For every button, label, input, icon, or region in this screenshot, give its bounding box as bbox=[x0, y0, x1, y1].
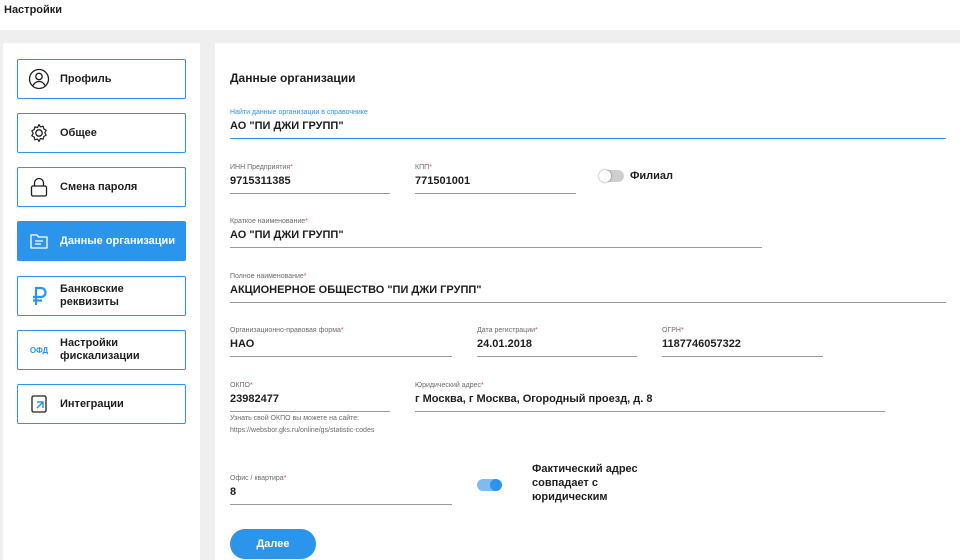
field-underline bbox=[230, 193, 390, 194]
lock-icon bbox=[28, 176, 50, 198]
field-underline bbox=[415, 193, 576, 194]
integration-icon bbox=[28, 393, 50, 415]
user-circle-icon bbox=[28, 68, 50, 90]
okpo-input[interactable]: 23982477 bbox=[230, 393, 390, 407]
next-button[interactable]: Далее bbox=[230, 529, 316, 559]
sidebar-item-bank-details[interactable]: Банковские реквизиты bbox=[17, 276, 186, 316]
field-underline bbox=[230, 302, 946, 303]
sidebar-item-change-password[interactable]: Смена пароля bbox=[17, 167, 186, 207]
org-search-field[interactable]: Найти данные организации в справочнике А… bbox=[230, 109, 946, 139]
sidebar-item-general[interactable]: Общее bbox=[17, 113, 186, 153]
reg-date-field[interactable]: Дата регистрации* 24.01.2018 bbox=[477, 327, 637, 357]
field-underline bbox=[230, 356, 452, 357]
folder-icon bbox=[28, 230, 50, 252]
ogrn-input[interactable]: 1187746057322 bbox=[662, 338, 823, 352]
org-search-input[interactable]: АО "ПИ ДЖИ ГРУПП" bbox=[230, 120, 946, 134]
reg-date-input[interactable]: 24.01.2018 bbox=[477, 338, 637, 352]
full-name-field[interactable]: Полное наименование* АКЦИОНЕРНОЕ ОБЩЕСТВ… bbox=[230, 273, 946, 303]
field-underline bbox=[230, 247, 762, 248]
field-underline bbox=[230, 411, 390, 412]
page-title: Настройки bbox=[4, 4, 63, 16]
sidebar-item-label: Данные организации bbox=[60, 234, 176, 247]
full-name-input[interactable]: АКЦИОНЕРНОЕ ОБЩЕСТВО "ПИ ДЖИ ГРУПП" bbox=[230, 284, 946, 298]
sidebar-item-profile[interactable]: Профиль bbox=[17, 59, 186, 99]
inn-field[interactable]: ИНН Предприятия* 9715311385 bbox=[230, 164, 390, 194]
field-label: Дата регистрации* bbox=[477, 327, 538, 334]
branch-label: Филиал bbox=[630, 170, 674, 182]
field-label: Юридический адрес* bbox=[415, 382, 484, 389]
same-address-label: Фактический адрес совпадает с юридически… bbox=[532, 463, 638, 503]
kpp-input[interactable]: 771501001 bbox=[415, 175, 576, 189]
top-bar: Настройки bbox=[0, 0, 960, 30]
legal-address-field[interactable]: Юридический адрес* г Москва, г Москва, О… bbox=[415, 382, 885, 412]
legal-form-input[interactable]: НАО bbox=[230, 338, 452, 352]
ogrn-field[interactable]: ОГРН* 1187746057322 bbox=[662, 327, 823, 357]
field-underline bbox=[415, 411, 885, 412]
field-label: Найти данные организации в справочнике bbox=[230, 109, 368, 116]
field-label: ИНН Предприятия* bbox=[230, 164, 293, 171]
same-address-toggle[interactable] bbox=[477, 479, 502, 491]
field-label: ОКПО* bbox=[230, 382, 253, 389]
toggle-knob bbox=[599, 170, 611, 182]
field-underline bbox=[662, 356, 823, 357]
sidebar-item-label: Смена пароля bbox=[60, 180, 138, 193]
toggle-knob bbox=[490, 479, 502, 491]
field-label: Организационно-правовая форма* bbox=[230, 327, 344, 334]
sidebar-item-label: Профиль bbox=[60, 72, 112, 85]
legal-address-input[interactable]: г Москва, г Москва, Огородный проезд, д.… bbox=[415, 393, 885, 407]
organization-form: Данные организации Найти данные организа… bbox=[215, 43, 960, 560]
short-name-field[interactable]: Краткое наименование* АО "ПИ ДЖИ ГРУПП" bbox=[230, 218, 762, 248]
gear-icon bbox=[28, 122, 50, 144]
kpp-field[interactable]: КПП* 771501001 bbox=[415, 164, 576, 194]
field-label: ОГРН* bbox=[662, 327, 684, 334]
sidebar-item-label: Банковские реквизиты bbox=[60, 283, 124, 308]
office-input[interactable]: 8 bbox=[230, 486, 452, 500]
sidebar-item-organization-data[interactable]: Данные организации bbox=[17, 221, 186, 261]
ofd-icon: ОФД bbox=[29, 345, 49, 355]
sidebar-item-label: Общее bbox=[60, 126, 97, 139]
field-underline bbox=[230, 504, 452, 505]
field-label: Краткое наименование* bbox=[230, 218, 308, 225]
office-field[interactable]: Офис / квартира* 8 bbox=[230, 475, 452, 505]
field-underline bbox=[230, 138, 946, 139]
sidebar-item-label: Интеграции bbox=[60, 397, 124, 410]
sidebar-item-label: Настройки фискализации bbox=[60, 337, 140, 362]
legal-form-field[interactable]: Организационно-правовая форма* НАО bbox=[230, 327, 452, 357]
okpo-hint: Узнать свой ОКПО вы можете на сайте: htt… bbox=[230, 415, 375, 434]
ruble-icon bbox=[28, 285, 50, 307]
field-label: КПП* bbox=[415, 164, 432, 171]
field-underline bbox=[477, 356, 637, 357]
inn-input[interactable]: 9715311385 bbox=[230, 175, 390, 189]
sidebar-item-integrations[interactable]: Интеграции bbox=[17, 384, 186, 424]
okpo-field[interactable]: ОКПО* 23982477 bbox=[230, 382, 390, 412]
short-name-input[interactable]: АО "ПИ ДЖИ ГРУПП" bbox=[230, 229, 762, 243]
branch-toggle[interactable] bbox=[599, 170, 624, 182]
settings-sidebar: Профиль Общее Смена пароля Данные органи… bbox=[3, 43, 200, 560]
field-label: Офис / квартира* bbox=[230, 475, 287, 482]
sidebar-item-fiscalization[interactable]: ОФД Настройки фискализации bbox=[17, 330, 186, 370]
section-title: Данные организации bbox=[230, 71, 356, 85]
field-label: Полное наименование* bbox=[230, 273, 307, 280]
